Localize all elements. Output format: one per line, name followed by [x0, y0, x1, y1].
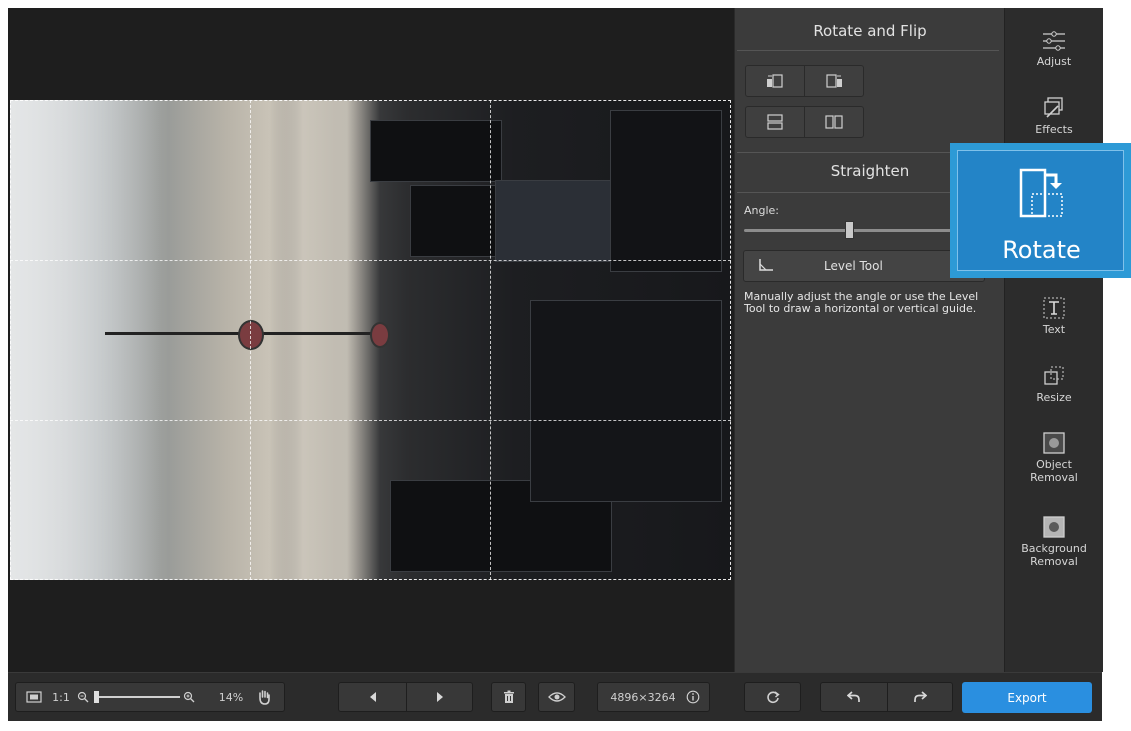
angle-label: Angle: — [744, 204, 780, 217]
flip-horizontal-button[interactable] — [805, 107, 863, 137]
tool-sidebar: Adjust Effects Text Resize Object Remova… — [1004, 8, 1103, 672]
resize-icon — [1044, 366, 1064, 385]
angle-slider-thumb[interactable] — [845, 221, 854, 239]
flip-vertical-icon — [767, 114, 783, 130]
level-tool-label: Level Tool — [824, 259, 883, 273]
rotate-left-icon — [767, 74, 783, 88]
image-canvas[interactable] — [8, 8, 734, 672]
rotate-buttons — [745, 65, 864, 97]
zoom-1to1-button[interactable]: 1:1 — [50, 683, 72, 711]
zoom-out-icon[interactable] — [76, 683, 90, 711]
rotate-settings-panel: Rotate and Flip Straighten Angle: Level … — [734, 8, 1005, 672]
object-removal-icon — [1043, 432, 1065, 454]
navigation-controls — [338, 682, 473, 712]
zoom-percent: 14% — [218, 690, 244, 704]
fit-to-screen-button[interactable] — [24, 683, 44, 711]
rotate-icon — [1019, 168, 1063, 218]
zoom-slider-track — [94, 691, 180, 703]
hand-tool-button[interactable] — [254, 683, 274, 711]
divider — [737, 50, 999, 51]
flip-vertical-button[interactable] — [746, 107, 805, 137]
rotate-right-button[interactable] — [805, 66, 863, 96]
tool-effects-label: Effects — [1035, 123, 1073, 136]
zoom-controls: 1:1 14% — [15, 682, 285, 712]
level-tool-button[interactable]: Level Tool — [743, 250, 985, 282]
text-icon — [1043, 297, 1065, 319]
tool-adjust-label: Adjust — [1036, 55, 1072, 68]
undo-icon — [847, 691, 860, 702]
tool-background-removal[interactable]: Background Removal — [1005, 515, 1103, 568]
tool-object-removal-label-1: Object — [1036, 458, 1072, 471]
reset-button[interactable] — [744, 682, 801, 712]
tool-rotate-label: Rotate — [1002, 236, 1081, 264]
trash-icon — [492, 683, 525, 711]
tool-background-removal-label-2: Removal — [1030, 555, 1078, 568]
zoom-in-icon[interactable] — [182, 683, 196, 711]
redo-icon — [914, 691, 927, 702]
tool-object-removal[interactable]: Object Removal — [1005, 431, 1103, 484]
photo-editor-window: Rotate and Flip Straighten Angle: Level … — [8, 8, 1103, 721]
hand-icon — [259, 690, 270, 705]
fit-screen-icon — [26, 691, 42, 703]
tool-effects[interactable]: Effects — [1005, 96, 1103, 136]
image-dimensions: 4896×3264 — [610, 690, 676, 704]
rotate-flip-title: Rotate and Flip — [813, 22, 927, 40]
history-controls — [820, 682, 953, 712]
redo-button[interactable] — [887, 683, 953, 711]
tool-text-label: Text — [1042, 323, 1066, 336]
export-button[interactable]: Export — [962, 682, 1092, 713]
flip-buttons — [745, 106, 864, 138]
straighten-hint: Manually adjust the angle or use the Lev… — [744, 290, 979, 315]
undo-button[interactable] — [821, 683, 888, 711]
tool-adjust[interactable]: Adjust — [1005, 30, 1103, 68]
tool-rotate[interactable]: Rotate — [957, 150, 1124, 271]
tool-resize[interactable]: Resize — [1005, 364, 1103, 404]
next-button[interactable] — [406, 683, 473, 711]
previous-arrow-icon — [369, 692, 376, 702]
effects-icon — [1044, 97, 1063, 118]
previous-button[interactable] — [339, 683, 407, 711]
rotate-left-button[interactable] — [746, 66, 805, 96]
next-arrow-icon — [436, 692, 443, 702]
background-removal-icon — [1043, 516, 1065, 538]
delete-button[interactable] — [491, 682, 526, 712]
photo-preview[interactable] — [10, 100, 731, 580]
flip-horizontal-icon — [825, 115, 843, 129]
bottom-toolbar: 1:1 14% 4896×3264 Export — [8, 672, 1102, 721]
tool-text[interactable]: Text — [1005, 296, 1103, 336]
info-icon[interactable] — [684, 683, 702, 711]
level-tool-icon — [759, 259, 773, 271]
zoom-slider[interactable] — [92, 683, 182, 711]
preview-button[interactable] — [538, 682, 575, 712]
eye-icon — [539, 683, 574, 711]
reset-icon — [745, 683, 800, 711]
tool-background-removal-label-1: Background — [1021, 542, 1087, 555]
tool-rotate-highlight[interactable]: Rotate — [950, 143, 1131, 278]
rotate-right-icon — [826, 74, 842, 88]
crop-frame[interactable] — [10, 100, 731, 580]
image-info: 4896×3264 — [597, 682, 710, 712]
sliders-icon — [1043, 31, 1065, 51]
tool-resize-label: Resize — [1036, 391, 1072, 404]
tool-object-removal-label-2: Removal — [1030, 471, 1078, 484]
